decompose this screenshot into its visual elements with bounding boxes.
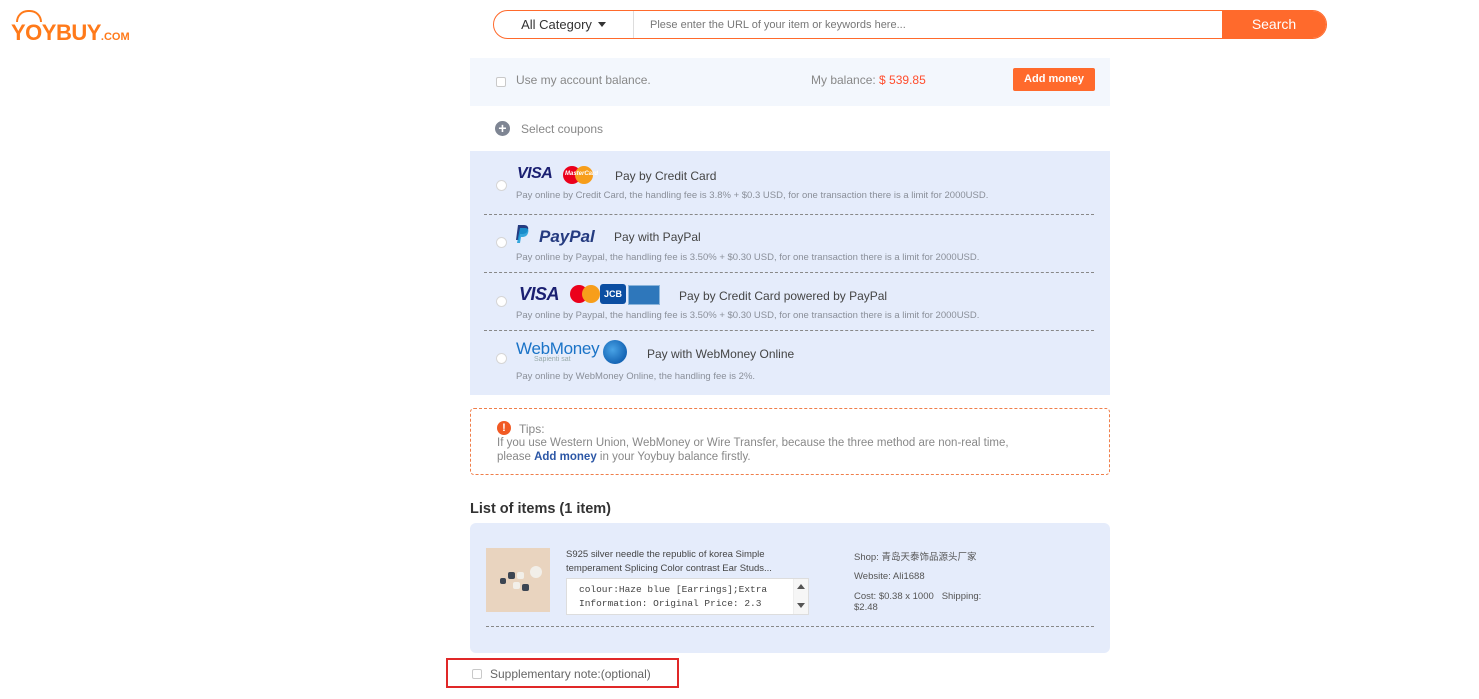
supplementary-note: Supplementary note:(optional) xyxy=(446,658,679,688)
plus-circle-icon: + xyxy=(495,121,510,136)
add-money-button[interactable]: Add money xyxy=(1013,68,1095,91)
use-balance-checkbox[interactable] xyxy=(496,77,506,87)
tips-text: please Add money in your Yoybuy balance … xyxy=(497,451,751,463)
payment-description: Pay online by Paypal, the handling fee i… xyxy=(516,252,980,263)
payment-description: Pay online by Credit Card, the handling … xyxy=(516,190,989,201)
payment-methods-panel: VISA MasterCard Pay by Credit Card Pay o… xyxy=(470,151,1110,395)
webmoney-tagline: Sapienti sat xyxy=(534,356,571,363)
yoybuy-logo[interactable]: YOYBUY.COM xyxy=(10,10,130,45)
paypal-p-icon xyxy=(516,225,529,243)
mastercard-logo xyxy=(570,285,602,303)
website-info: Website: Ali1688 xyxy=(854,571,925,582)
payment-option-webmoney[interactable]: WebMoney Sapienti sat Pay with WebMoney … xyxy=(484,330,1094,395)
product-thumbnail[interactable] xyxy=(486,548,550,612)
product-name[interactable]: S925 silver needle the republic of korea… xyxy=(566,548,816,576)
payment-title: Pay with PayPal xyxy=(614,230,701,244)
cost-info: Cost: $0.38 x 1000 Shipping: xyxy=(854,591,982,602)
logo-wordmark: YOYBUY.COM xyxy=(11,20,130,45)
jcb-logo: JCB xyxy=(600,284,626,304)
payment-radio[interactable] xyxy=(496,296,507,307)
my-balance: My balance: $ 539.85 xyxy=(811,73,926,87)
visa-logo: VISA xyxy=(519,284,560,304)
items-list: S925 silver needle the republic of korea… xyxy=(470,523,1110,653)
mastercard-logo: MasterCard xyxy=(563,166,598,184)
payment-radio[interactable] xyxy=(496,180,507,191)
account-balance-row: Use my account balance. My balance: $ 53… xyxy=(470,58,1110,106)
scroll-up-icon[interactable] xyxy=(797,584,805,589)
paypal-logo: PayPal xyxy=(539,227,595,246)
payment-radio[interactable] xyxy=(496,353,507,364)
add-money-link[interactable]: Add money xyxy=(534,451,597,463)
items-heading: List of items (1 item) xyxy=(470,501,611,517)
shipping-info: $2.48 xyxy=(854,602,878,613)
payment-radio[interactable] xyxy=(496,237,507,248)
caret-down-icon xyxy=(597,22,606,28)
use-balance-label: Use my account balance. xyxy=(516,73,651,87)
tips-box: ! Tips: If you use Western Union, WebMon… xyxy=(470,408,1110,475)
payment-option-paypal[interactable]: PayPal Pay with PayPal Pay online by Pay… xyxy=(484,214,1094,273)
tips-title: Tips: xyxy=(519,422,545,436)
payment-title: Pay by Credit Card xyxy=(615,169,717,183)
exclamation-icon: ! xyxy=(497,421,511,435)
amex-logo xyxy=(628,285,660,305)
search-button[interactable]: Search xyxy=(1222,11,1326,38)
payment-option-card-via-paypal[interactable]: VISA JCB Pay by Credit Card powered by P… xyxy=(484,272,1094,331)
payment-description: Pay online by WebMoney Online, the handl… xyxy=(516,371,756,382)
payment-description: Pay online by Paypal, the handling fee i… xyxy=(516,310,980,321)
divider xyxy=(486,626,1094,627)
category-dropdown[interactable]: All Category xyxy=(494,11,634,38)
webmoney-globe-icon xyxy=(603,340,627,364)
payment-title: Pay with WebMoney Online xyxy=(647,347,795,361)
tips-text: If you use Western Union, WebMoney or Wi… xyxy=(497,437,1009,449)
supplementary-note-checkbox[interactable] xyxy=(472,669,482,679)
balance-amount: $ 539.85 xyxy=(879,73,926,87)
search-input[interactable] xyxy=(642,11,1228,38)
payment-option-credit-card[interactable]: VISA MasterCard Pay by Credit Card Pay o… xyxy=(484,151,1094,215)
shop-info: Shop: 青岛天泰饰品源头厂家 xyxy=(854,552,977,563)
supplementary-note-label: Supplementary note:(optional) xyxy=(490,667,651,681)
search-bar: All Category Search xyxy=(493,10,1327,39)
payment-title: Pay by Credit Card powered by PayPal xyxy=(679,289,888,303)
visa-logo: VISA xyxy=(517,165,553,182)
product-attributes-textarea[interactable]: colour:Haze blue [Earrings];Extra Inform… xyxy=(566,578,809,615)
scroll-down-icon[interactable] xyxy=(797,603,805,608)
